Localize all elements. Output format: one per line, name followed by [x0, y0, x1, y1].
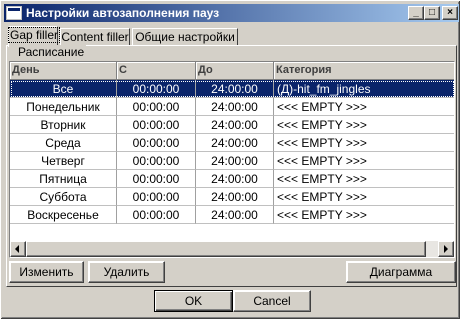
scroll-left-button[interactable]: [10, 241, 26, 257]
table-row[interactable]: Вторник 00:00:00 24:00:00 <<< EMPTY >>>: [10, 116, 454, 134]
cell-to: 24:00:00: [196, 206, 274, 224]
cell-from: 00:00:00: [117, 152, 196, 170]
cell-category: <<< EMPTY >>>: [274, 152, 454, 170]
cell-day: Вторник: [10, 116, 117, 134]
window-title: Настройки автозаполнения пауз: [26, 6, 220, 20]
arrow-right-icon: [444, 245, 448, 253]
horizontal-scrollbar[interactable]: [10, 241, 454, 257]
tab-gap-filler[interactable]: Gap filler: [7, 26, 61, 47]
delete-button[interactable]: Удалить: [88, 261, 165, 283]
title-bar[interactable]: Настройки автозаполнения пауз _ □ ×: [4, 4, 459, 22]
cell-to: 24:00:00: [196, 188, 274, 206]
cell-to: 24:00:00: [196, 170, 274, 188]
table-row[interactable]: Все 00:00:00 24:00:00 (Д)-hit_fm_jingles: [10, 80, 454, 98]
window-icon: [6, 6, 22, 20]
cell-category: (Д)-hit_fm_jingles: [274, 80, 454, 98]
table-row[interactable]: Четверг 00:00:00 24:00:00 <<< EMPTY >>>: [10, 152, 454, 170]
cell-category: <<< EMPTY >>>: [274, 188, 454, 206]
cell-to: 24:00:00: [196, 134, 274, 152]
scroll-right-button[interactable]: [438, 241, 454, 257]
cell-from: 00:00:00: [117, 134, 196, 152]
edit-button[interactable]: Изменить: [9, 261, 84, 283]
chart-button[interactable]: Диаграмма: [346, 261, 456, 283]
cell-to: 24:00:00: [196, 116, 274, 134]
close-button[interactable]: ×: [442, 6, 458, 20]
column-header-category[interactable]: Категория: [274, 62, 454, 80]
cell-day: Понедельник: [10, 98, 117, 116]
cell-category: <<< EMPTY >>>: [274, 116, 454, 134]
cell-category: <<< EMPTY >>>: [274, 206, 454, 224]
cell-from: 00:00:00: [117, 170, 196, 188]
table-row[interactable]: Воскресенье 00:00:00 24:00:00 <<< EMPTY …: [10, 206, 454, 224]
cell-category: <<< EMPTY >>>: [274, 170, 454, 188]
tab-gap-filler-label: Gap filler: [7, 27, 61, 43]
ok-button[interactable]: OK: [154, 290, 233, 312]
cell-from: 00:00:00: [117, 98, 196, 116]
column-header-to[interactable]: До: [196, 62, 274, 80]
cancel-button[interactable]: Cancel: [233, 290, 311, 312]
cell-from: 00:00:00: [117, 188, 196, 206]
cell-day: Суббота: [10, 188, 117, 206]
cell-to: 24:00:00: [196, 98, 274, 116]
cell-from: 00:00:00: [117, 116, 196, 134]
table-row[interactable]: Среда 00:00:00 24:00:00 <<< EMPTY >>>: [10, 134, 454, 152]
tab-content-filler[interactable]: Content filler: [60, 28, 130, 46]
schedule-table: День С До Категория Все 00:00:00 24:00:0…: [9, 61, 455, 258]
scrollbar-thumb[interactable]: [26, 241, 426, 257]
dialog-window: Настройки автозаполнения пауз _ □ × Gap …: [0, 0, 461, 320]
cell-category: <<< EMPTY >>>: [274, 134, 454, 152]
column-header-from[interactable]: С: [117, 62, 196, 80]
cell-category: <<< EMPTY >>>: [274, 98, 454, 116]
cell-to: 24:00:00: [196, 152, 274, 170]
cell-to: 24:00:00: [196, 80, 274, 98]
arrow-left-icon: [15, 245, 19, 253]
column-header-day[interactable]: День: [10, 62, 117, 80]
schedule-group-label: Расписание: [16, 45, 87, 59]
maximize-button[interactable]: □: [424, 6, 440, 20]
minimize-button[interactable]: _: [408, 6, 424, 20]
cell-day: Воскресенье: [10, 206, 117, 224]
cell-from: 00:00:00: [117, 80, 196, 98]
table-header: День С До Категория: [10, 62, 454, 80]
table-row[interactable]: Пятница 00:00:00 24:00:00 <<< EMPTY >>>: [10, 170, 454, 188]
cell-from: 00:00:00: [117, 206, 196, 224]
cell-day: Пятница: [10, 170, 117, 188]
tab-general-settings[interactable]: Общие настройки: [132, 28, 238, 46]
table-row[interactable]: Понедельник 00:00:00 24:00:00 <<< EMPTY …: [10, 98, 454, 116]
cell-day: Все: [10, 80, 117, 98]
cell-day: Четверг: [10, 152, 117, 170]
cell-day: Среда: [10, 134, 117, 152]
table-row[interactable]: Суббота 00:00:00 24:00:00 <<< EMPTY >>>: [10, 188, 454, 206]
